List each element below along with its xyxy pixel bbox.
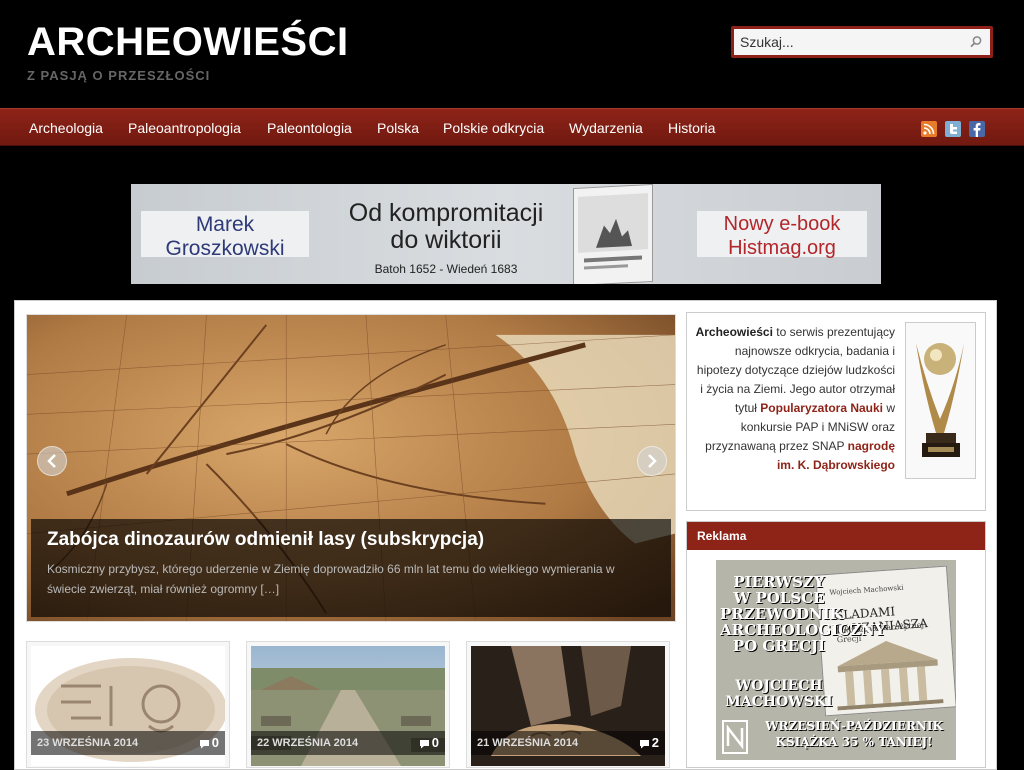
ad-widget: Reklama Wojciech Machowski ŚLADAMI PAUZA… (686, 521, 986, 768)
nav-item-archeologia[interactable]: Archeologia (29, 109, 103, 147)
comment-count-value: 0 (211, 735, 219, 750)
twitter-icon[interactable] (945, 121, 961, 137)
top-banner-ad[interactable]: Marek Groszkowski Od kompromitacji do wi… (131, 184, 881, 284)
comment-icon (639, 739, 649, 749)
post-date: 21 WRZEŚNIA 2014 (477, 737, 579, 749)
about-text: Archeowieści to serwis prezentujący najn… (695, 323, 895, 475)
comment-icon (419, 739, 429, 749)
comment-count-value: 0 (431, 735, 439, 750)
ad-headline-line: ARCHEOLOGICZNY (720, 621, 886, 639)
ad-temple-image (837, 641, 944, 711)
post-card[interactable]: 23 WRZEŚNIA 2014 0 (26, 641, 230, 768)
featured-slider[interactable]: Zabójca dinozaurów odmienił lasy (subskr… (26, 314, 676, 622)
chevron-left-icon (47, 454, 56, 468)
nav-item-paleoantropologia[interactable]: Paleoantropologia (128, 109, 241, 147)
book-ad[interactable]: Wojciech Machowski ŚLADAMI PAUZANIASZA P… (716, 560, 956, 760)
ad-promo-line2: KSIĄŻKA 35 % TANIEJ! (775, 735, 933, 749)
banner-title-box: Od kompromitacji do wiktorii Batoh 1652 … (321, 199, 571, 277)
banner-promo-line2: Histmag.org (728, 237, 836, 259)
banner-title-line1: Od kompromitacji (348, 199, 544, 227)
post-date: 22 WRZEŚNIA 2014 (257, 737, 359, 749)
post-card[interactable]: 21 WRZEŚNIA 2014 2 (466, 641, 670, 768)
search-icon[interactable] (969, 35, 983, 49)
site-header: ARCHEOWIEŚCI Z PASJĄ O PRZESZŁOŚCI (0, 0, 1024, 108)
banner-promo-box: Nowy e-book Histmag.org (697, 211, 867, 259)
slide-excerpt: Kosmiczny przybysz, którego uderzenie w … (47, 562, 615, 596)
banner-subtitle: Batoh 1652 - Wiedeń 1683 (374, 262, 518, 276)
post-card[interactable]: 22 WRZEŚNIA 2014 0 (246, 641, 450, 768)
comment-count[interactable]: 0 (199, 735, 219, 750)
publisher-logo-icon (722, 720, 748, 754)
site-tagline: Z PASJĄ O PRZESZŁOŚCI (27, 68, 211, 83)
banner-author-last: Groszkowski (165, 237, 285, 260)
ad-author: WOJCIECH MACHOWSKI (720, 678, 838, 710)
widget-title: Reklama (687, 522, 985, 550)
nav-item-wydarzenia[interactable]: Wydarzenia (569, 109, 643, 147)
post-meta: 23 WRZEŚNIA 2014 0 (31, 731, 225, 755)
slider-next-button[interactable] (637, 446, 667, 476)
nav-item-polska[interactable]: Polska (377, 109, 419, 147)
rss-icon[interactable] (921, 121, 937, 137)
comment-count[interactable]: 2 (639, 735, 659, 750)
about-widget: Archeowieści to serwis prezentujący najn… (686, 312, 986, 511)
chevron-right-icon (648, 454, 657, 468)
slide-title[interactable]: Zabójca dinozaurów odmienił lasy (subskr… (47, 529, 484, 551)
site-title[interactable]: ARCHEOWIEŚCI (27, 20, 349, 65)
ad-author-first: WOJCIECH (735, 678, 823, 694)
comment-count-value: 2 (651, 735, 659, 750)
ad-promo: WRZESIEŃ-PAŹDZIERNIK KSIĄŻKA 35 % TANIEJ… (754, 718, 954, 750)
ad-author-last: MACHOWSKI (725, 694, 833, 710)
nav-item-paleontologia[interactable]: Paleontologia (267, 109, 352, 147)
banner-author-box: Marek Groszkowski (141, 211, 309, 260)
comment-count[interactable]: 0 (419, 735, 439, 750)
comment-icon (199, 739, 209, 749)
ad-headline-line: PO GRECJI (732, 637, 826, 655)
post-meta: 22 WRZEŚNIA 2014 0 (251, 731, 445, 755)
ad-headline-line: PRZEWODNIK (720, 605, 843, 623)
ad-headline-line: W POLSCE (733, 589, 825, 607)
banner-book-cover (573, 184, 653, 284)
main-nav: Archeologia Paleoantropologia Paleontolo… (0, 108, 1024, 146)
banner-title-line2: do wiktorii (390, 226, 502, 254)
banner-author-first: Marek (195, 213, 255, 236)
nav-item-polskie-odkrycia[interactable]: Polskie odkrycia (443, 109, 544, 147)
search-input[interactable] (734, 29, 990, 55)
ad-promo-line1: WRZESIEŃ-PAŹDZIERNIK (765, 719, 943, 733)
banner-promo-line1: Nowy e-book (723, 213, 841, 235)
post-meta: 21 WRZEŚNIA 2014 2 (471, 731, 665, 755)
post-date: 23 WRZEŚNIA 2014 (37, 737, 139, 749)
ad-headline: PIERWSZY W POLSCE PRZEWODNIK ARCHEOLOGIC… (720, 573, 886, 655)
facebook-icon[interactable] (969, 121, 985, 137)
slider-caption: Zabójca dinozaurów odmienił lasy (subskr… (31, 519, 671, 617)
about-site-name: Archeowieści (695, 325, 773, 339)
slider-prev-button[interactable] (37, 446, 67, 476)
ad-book-author: Wojciech Machowski (829, 583, 904, 597)
search-box (731, 26, 993, 58)
ad-headline-line: PIERWSZY (733, 573, 825, 591)
nav-item-historia[interactable]: Historia (668, 109, 715, 147)
trophy-image (905, 322, 976, 479)
about-link-popularyzator[interactable]: Popularyzatora Nauki (760, 401, 883, 415)
